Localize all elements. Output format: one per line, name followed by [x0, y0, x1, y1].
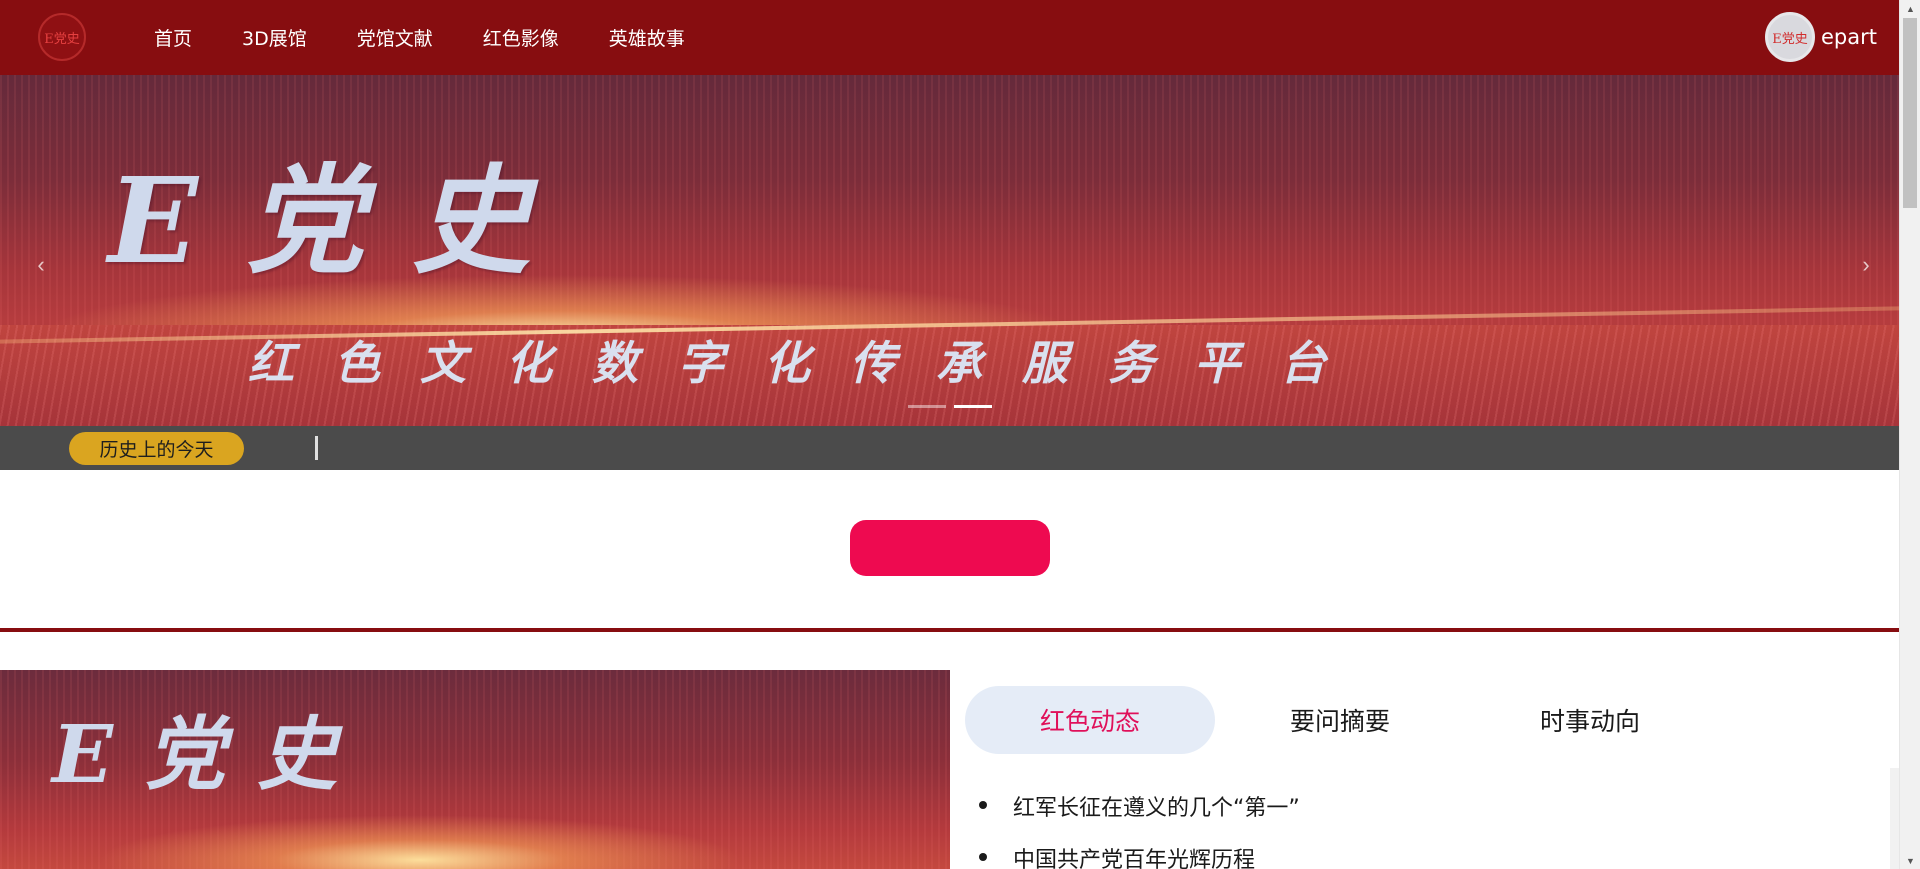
- feature-image[interactable]: E党史: [0, 670, 950, 869]
- nav-home[interactable]: 首页: [154, 24, 192, 51]
- hero-carousel: E党史 红色文化数字化传承服务平台 ‹ ›: [0, 75, 1899, 426]
- avatar-text: E党史: [1772, 31, 1808, 47]
- history-ticker: 历史上的今天: [0, 426, 1899, 470]
- nav-red-images[interactable]: 红色影像: [483, 24, 559, 51]
- tab-current-affairs[interactable]: 时事动向: [1465, 686, 1715, 754]
- news-tabs: 红色动态 要问摘要 时事动向: [965, 686, 1715, 754]
- nav-documents[interactable]: 党馆文献: [357, 24, 433, 51]
- list-item[interactable]: 中国共产党百年光辉历程: [975, 842, 1300, 869]
- ticker-cursor: [315, 436, 318, 460]
- avatar[interactable]: E党史: [1765, 12, 1815, 62]
- logo-text: E党史: [44, 31, 80, 47]
- carousel-prev-icon[interactable]: ‹: [26, 235, 56, 295]
- page: E党史 首页 3D展馆 党馆文献 红色影像 英雄故事 E党史 epart E党史…: [0, 0, 1899, 869]
- banner-subtitle: 红色文化数字化传承服务平台: [248, 336, 1366, 390]
- today-in-history-badge[interactable]: 历史上的今天: [69, 432, 244, 465]
- tab-key-summary[interactable]: 要问摘要: [1215, 686, 1465, 754]
- carousel-indicators: [908, 405, 1000, 408]
- scroll-up-icon[interactable]: ▲: [1900, 0, 1920, 17]
- scroll-down-icon[interactable]: ▼: [1900, 852, 1920, 869]
- carousel-indicator-1[interactable]: [908, 405, 946, 408]
- primary-action-button[interactable]: [850, 520, 1050, 576]
- user-menu[interactable]: E党史 epart: [1765, 12, 1877, 62]
- carousel-next-icon[interactable]: ›: [1851, 235, 1881, 295]
- site-logo[interactable]: E党史: [38, 13, 86, 61]
- main-nav: 首页 3D展馆 党馆文献 红色影像 英雄故事: [130, 0, 735, 75]
- nav-3d-exhibition[interactable]: 3D展馆: [242, 24, 307, 51]
- username[interactable]: epart: [1821, 25, 1877, 49]
- feature-image-title: E党史: [52, 707, 369, 801]
- news-list: 红军长征在遵义的几个“第一” 中国共产党百年光辉历程: [975, 790, 1300, 869]
- scrollbar-thumb[interactable]: [1903, 18, 1917, 208]
- page-scrollbar[interactable]: ▲ ▼: [1899, 0, 1920, 869]
- list-item[interactable]: 红军长征在遵义的几个“第一”: [975, 790, 1300, 842]
- side-strip: [1890, 768, 1899, 869]
- nav-hero-stories[interactable]: 英雄故事: [609, 24, 685, 51]
- carousel-indicator-2[interactable]: [954, 405, 992, 408]
- tab-red-news[interactable]: 红色动态: [965, 686, 1215, 754]
- section-divider: [0, 628, 1899, 632]
- top-navbar: E党史 首页 3D展馆 党馆文献 红色影像 英雄故事 E党史 epart: [0, 0, 1899, 75]
- banner-title: E党史: [108, 151, 578, 290]
